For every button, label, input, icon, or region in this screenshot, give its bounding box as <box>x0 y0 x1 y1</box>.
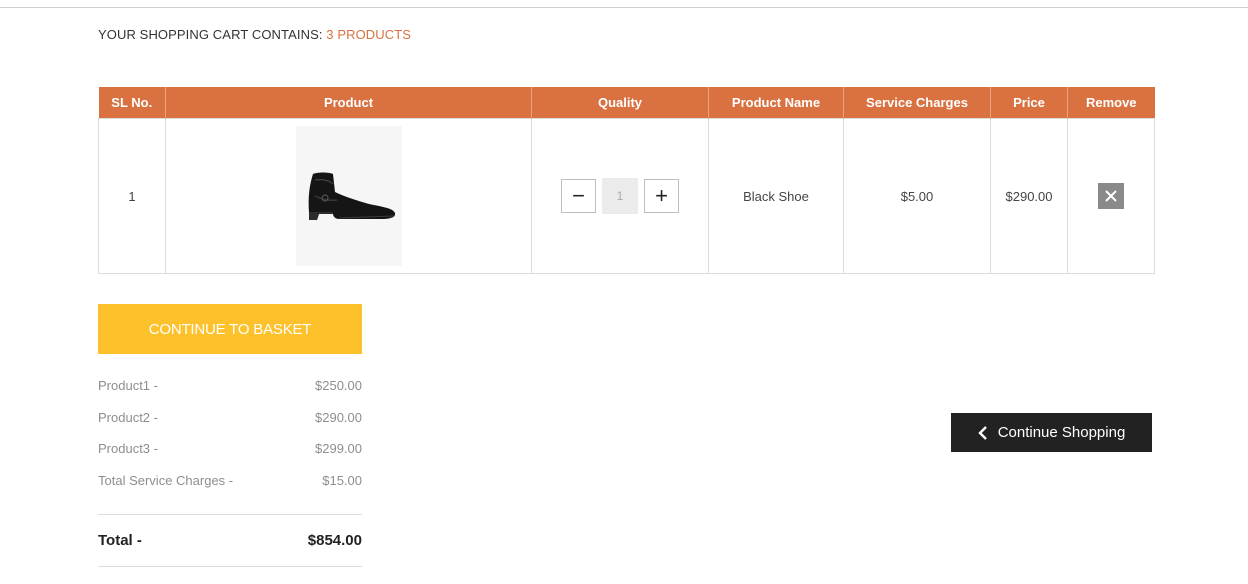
summary-row: Product2 - $290.00 <box>98 402 362 434</box>
header-price: Price <box>990 87 1068 119</box>
total-row: Total - $854.00 <box>98 514 362 567</box>
summary-label: Product2 - <box>98 409 158 425</box>
quantity-input[interactable] <box>602 178 638 214</box>
cart-summary-heading: YOUR SHOPPING CART CONTAINS: 3 PRODUCTS <box>98 27 411 42</box>
price-summary: Product1 - $250.00 Product2 - $290.00 Pr… <box>98 370 362 496</box>
close-icon <box>1105 190 1117 202</box>
cell-quantity: − + <box>531 118 709 274</box>
continue-shopping-button[interactable]: Continue Shopping <box>951 413 1152 452</box>
cell-price: $290.00 <box>990 118 1068 274</box>
summary-value: $299.00 <box>315 441 362 457</box>
summary-value: $250.00 <box>315 378 362 394</box>
continue-shopping-label: Continue Shopping <box>997 424 1126 441</box>
header-product-name: Product Name <box>708 87 844 119</box>
chevron-left-icon <box>977 425 987 440</box>
decrement-button[interactable]: − <box>561 179 596 213</box>
table-row: 1 − + <box>98 118 1155 274</box>
cart-product-count: 3 PRODUCTS <box>326 27 412 42</box>
cell-service-charges: $5.00 <box>843 118 991 274</box>
summary-row: Product3 - $299.00 <box>98 433 362 465</box>
summary-label: Product3 - <box>98 441 158 457</box>
header-product: Product <box>165 87 532 119</box>
cart-table: SL No. Product Quality Product Name Serv… <box>98 87 1155 274</box>
summary-row: Total Service Charges - $15.00 <box>98 465 362 497</box>
cell-remove <box>1067 118 1155 274</box>
header-service-charges: Service Charges <box>843 87 991 119</box>
cell-sl-no: 1 <box>98 118 166 274</box>
continue-to-basket-button[interactable]: CONTINUE TO BASKET <box>98 304 362 354</box>
summary-label: Product1 - <box>98 378 158 394</box>
table-header-row: SL No. Product Quality Product Name Serv… <box>98 87 1155 119</box>
cell-product <box>165 118 532 274</box>
total-label: Total - <box>98 532 142 549</box>
total-value: $854.00 <box>307 532 362 549</box>
summary-label: Total Service Charges - <box>98 472 234 488</box>
cell-product-name: Black Shoe <box>708 118 844 274</box>
remove-item-button[interactable] <box>1098 183 1124 209</box>
top-divider <box>0 7 1248 8</box>
header-remove: Remove <box>1067 87 1155 119</box>
header-quality: Quality <box>531 87 709 119</box>
summary-value: $290.00 <box>315 409 362 425</box>
cart-heading-prefix: YOUR SHOPPING CART CONTAINS: <box>98 27 323 42</box>
product-image-black-shoe[interactable] <box>295 126 402 266</box>
summary-row: Product1 - $250.00 <box>98 370 362 402</box>
quantity-stepper: − + <box>532 178 708 214</box>
header-sl-no: SL No. <box>98 87 166 119</box>
increment-button[interactable]: + <box>644 179 679 213</box>
shoe-icon <box>308 172 395 220</box>
summary-value: $15.00 <box>322 472 362 488</box>
